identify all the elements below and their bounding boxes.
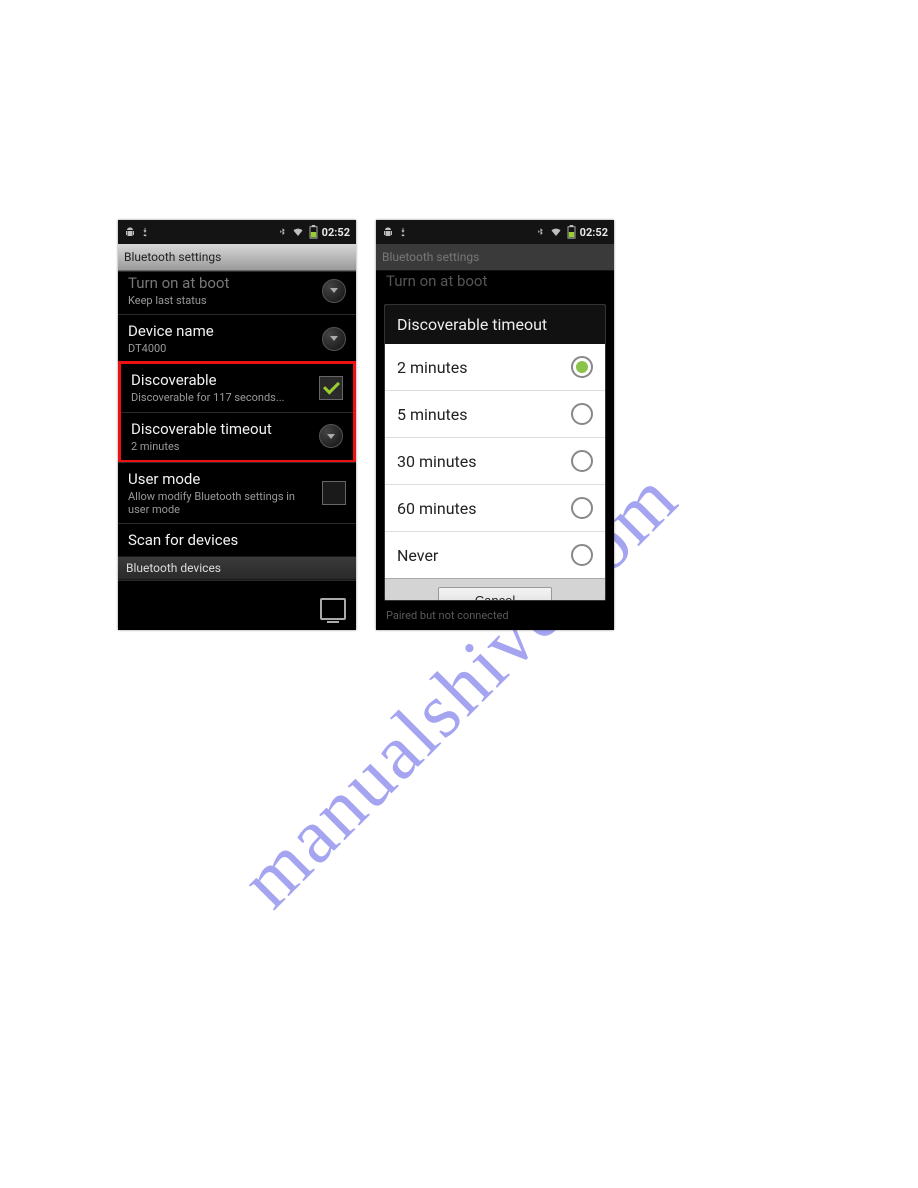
dialog-option-label: 60 minutes bbox=[397, 499, 477, 518]
dialog-option-label: 2 minutes bbox=[397, 358, 468, 377]
radio-unselected[interactable] bbox=[571, 403, 593, 425]
status-clock: 02:52 bbox=[580, 226, 608, 239]
setting-title: Discoverable timeout bbox=[131, 420, 311, 438]
android-icon bbox=[124, 226, 136, 238]
setting-user-mode[interactable]: User mode Allow modify Bluetooth setting… bbox=[118, 462, 356, 523]
dialog-option[interactable]: 30 minutes bbox=[385, 437, 605, 484]
status-bar: 02:52 bbox=[118, 220, 356, 244]
chevron-down-icon bbox=[322, 279, 346, 303]
wifi-icon bbox=[291, 226, 305, 238]
status-right: 02:52 bbox=[278, 225, 350, 239]
status-clock: 02:52 bbox=[322, 226, 350, 239]
device-status: Paired but not connected bbox=[128, 609, 306, 628]
dialog-option-label: 30 minutes bbox=[397, 452, 477, 471]
setting-turn-on-at-boot[interactable]: Turn on at boot Keep last status bbox=[118, 271, 356, 314]
status-left bbox=[124, 226, 150, 238]
radio-selected[interactable] bbox=[571, 356, 593, 378]
usb-icon bbox=[140, 226, 150, 238]
setting-scan-for-devices[interactable]: Scan for devices bbox=[118, 523, 356, 556]
dialog-option-list: 2 minutes 5 minutes 30 minutes 60 minute… bbox=[385, 344, 605, 578]
dialog-option[interactable]: 2 minutes bbox=[385, 344, 605, 390]
setting-subtitle: Keep last status bbox=[128, 294, 314, 307]
screenshots-container: 02:52 Bluetooth settings Turn on at boot… bbox=[118, 220, 614, 630]
usb-icon bbox=[398, 226, 408, 238]
dialog-option[interactable]: Never bbox=[385, 531, 605, 578]
radio-unselected[interactable] bbox=[571, 450, 593, 472]
screen-title: Bluetooth settings bbox=[118, 244, 356, 271]
setting-subtitle: Discoverable for 117 seconds... bbox=[131, 391, 311, 404]
laptop-icon bbox=[320, 598, 346, 620]
radio-unselected[interactable] bbox=[571, 497, 593, 519]
checkbox-checked[interactable] bbox=[319, 376, 343, 400]
status-right: 02:52 bbox=[536, 225, 608, 239]
dimmed-row: Turn on at boot bbox=[376, 270, 614, 296]
dialog-discoverable-timeout: Discoverable timeout 2 minutes 5 minutes… bbox=[384, 304, 606, 601]
wifi-icon bbox=[549, 226, 563, 238]
chevron-down-icon bbox=[319, 424, 343, 448]
cancel-button[interactable]: Cancel bbox=[438, 587, 552, 601]
setting-discoverable[interactable]: Discoverable Discoverable for 117 second… bbox=[121, 364, 353, 411]
bluetooth-icon bbox=[536, 226, 545, 238]
device-name: BT01 bbox=[128, 589, 306, 609]
status-left bbox=[382, 226, 408, 238]
screen-title-dimmed: Bluetooth settings bbox=[376, 244, 614, 271]
setting-discoverable-timeout[interactable]: Discoverable timeout 2 minutes bbox=[121, 412, 353, 460]
setting-title: Discoverable bbox=[131, 371, 311, 389]
dialog-option-label: Never bbox=[397, 546, 438, 565]
setting-subtitle: 2 minutes bbox=[131, 440, 311, 453]
setting-subtitle: DT4000 bbox=[128, 342, 314, 355]
dialog-option[interactable]: 60 minutes bbox=[385, 484, 605, 531]
dialog-option-label: 5 minutes bbox=[397, 405, 468, 424]
paired-hint-dimmed: Paired but not connected bbox=[376, 601, 614, 630]
bluetooth-icon bbox=[278, 226, 287, 238]
highlight-box: Discoverable Discoverable for 117 second… bbox=[118, 361, 356, 462]
battery-icon bbox=[309, 225, 318, 239]
setting-title: Scan for devices bbox=[128, 531, 346, 549]
dialog-backdrop: Turn on at boot Discoverable timeout 2 m… bbox=[376, 270, 614, 630]
screenshot-right: 02:52 Bluetooth settings Turn on at boot… bbox=[376, 220, 614, 630]
android-icon bbox=[382, 226, 394, 238]
setting-title: User mode bbox=[128, 470, 314, 488]
setting-subtitle: Allow modify Bluetooth settings in user … bbox=[128, 490, 314, 516]
setting-title: Device name bbox=[128, 322, 314, 340]
dimmed-row-title: Turn on at boot bbox=[386, 272, 604, 290]
status-bar: 02:52 bbox=[376, 220, 614, 244]
paired-device-row[interactable]: BT01 Paired but not connected bbox=[118, 580, 356, 630]
battery-icon bbox=[567, 225, 576, 239]
dialog-footer: Cancel bbox=[385, 578, 605, 601]
setting-title: Turn on at boot bbox=[128, 274, 314, 292]
section-header-bluetooth-devices: Bluetooth devices bbox=[118, 556, 356, 580]
chevron-down-icon bbox=[322, 327, 346, 351]
screenshot-left: 02:52 Bluetooth settings Turn on at boot… bbox=[118, 220, 356, 630]
dialog-option[interactable]: 5 minutes bbox=[385, 390, 605, 437]
radio-unselected[interactable] bbox=[571, 544, 593, 566]
checkbox-unchecked[interactable] bbox=[322, 481, 346, 505]
setting-device-name[interactable]: Device name DT4000 bbox=[118, 314, 356, 362]
dialog-title: Discoverable timeout bbox=[385, 305, 605, 344]
